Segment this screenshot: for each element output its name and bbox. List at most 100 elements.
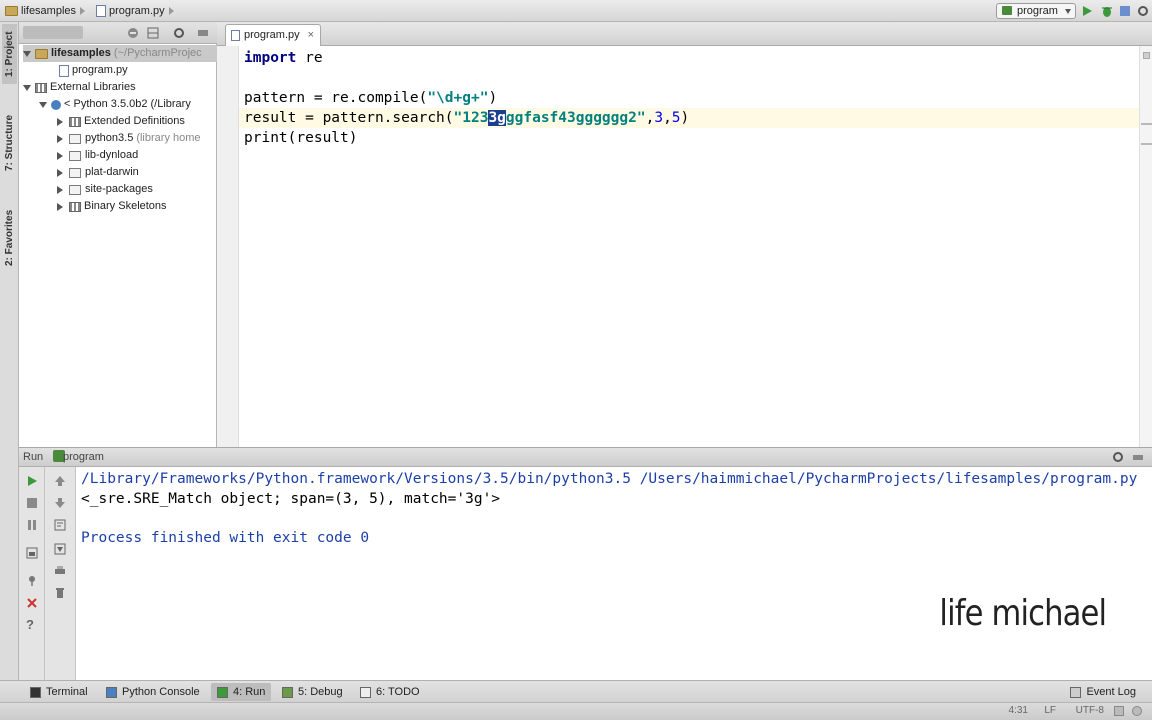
collapsed-icon bbox=[57, 185, 63, 194]
scroll-from-source-icon[interactable] bbox=[147, 27, 159, 39]
rerun-icon[interactable] bbox=[26, 475, 38, 487]
tab-event-log-label: Event Log bbox=[1086, 686, 1136, 698]
code-token: , bbox=[663, 110, 672, 126]
tree-item-extended-definitions[interactable]: Extended Definitions bbox=[57, 113, 185, 130]
code-token: ) bbox=[488, 90, 498, 106]
tab-favorites-label: 2: Favorites bbox=[4, 209, 15, 267]
settings-icon[interactable] bbox=[1136, 4, 1150, 18]
tree-item-site-packages[interactable]: site-packages bbox=[57, 181, 153, 198]
inspector-icon[interactable] bbox=[1132, 706, 1142, 716]
breadcrumb-separator-icon bbox=[168, 7, 174, 15]
tree-item-hint: (library home bbox=[136, 132, 201, 144]
code-line-4: result = pattern.search("1233gggfasf43gg… bbox=[239, 108, 1139, 128]
editor-tab-program-py[interactable]: program.py × bbox=[225, 24, 321, 46]
folder-icon bbox=[69, 184, 81, 195]
string-token: "123 bbox=[453, 110, 489, 126]
breadcrumb-project-label: lifesamples bbox=[21, 5, 77, 17]
lock-icon[interactable] bbox=[1114, 706, 1124, 716]
tool-window-bar: Terminal Python Console 4: Run 5: Debug … bbox=[0, 680, 1152, 702]
python-file-icon bbox=[96, 5, 106, 17]
run-config-name[interactable]: program bbox=[63, 451, 104, 463]
tab-python-console[interactable]: Python Console bbox=[100, 683, 206, 701]
tree-item-hint: (~/PycharmProjec bbox=[113, 47, 202, 59]
tree-item-label: python3.5 bbox=[85, 132, 134, 144]
run-console[interactable]: /Library/Frameworks/Python.framework/Ver… bbox=[76, 467, 1152, 680]
arrow-down-icon[interactable] bbox=[54, 497, 66, 509]
tree-item-external-libraries[interactable]: External Libraries bbox=[23, 79, 136, 96]
tree-item-lifesamples[interactable]: lifesamples (~/PycharmProjec bbox=[23, 45, 217, 62]
collapsed-icon bbox=[57, 117, 63, 126]
breadcrumb-project[interactable]: lifesamples bbox=[0, 0, 86, 22]
soft-wrap-icon[interactable] bbox=[54, 519, 66, 531]
hide-panel-icon[interactable] bbox=[197, 27, 209, 39]
restore-layout-icon[interactable] bbox=[26, 547, 38, 559]
python-config-icon bbox=[1002, 6, 1012, 15]
run-icon[interactable] bbox=[1080, 4, 1094, 18]
run-panel-header: Run program bbox=[19, 447, 1152, 467]
code-editor[interactable]: import re pattern = re.compile("\d+g+") … bbox=[239, 46, 1139, 447]
caret-position[interactable]: 4:31 bbox=[1009, 705, 1028, 716]
todo-icon bbox=[360, 686, 371, 698]
console-output-line: <_sre.SRE_Match object; span=(3, 5), mat… bbox=[81, 491, 501, 507]
file-encoding[interactable]: UTF-8 bbox=[1076, 705, 1104, 716]
python-file-icon bbox=[59, 64, 69, 77]
watermark-text: life michael bbox=[939, 593, 1107, 634]
tab-debug-label: 5: Debug bbox=[298, 686, 343, 698]
tree-item-lib-dynload[interactable]: lib-dynload bbox=[57, 147, 138, 164]
line-separator[interactable]: LF bbox=[1044, 705, 1056, 716]
tree-item-label: Extended Definitions bbox=[84, 115, 185, 127]
tab-run[interactable]: 4: Run bbox=[211, 683, 272, 701]
tree-item-label: plat-darwin bbox=[85, 166, 139, 178]
tree-item-label: lifesamples bbox=[51, 47, 111, 59]
run-configuration-select[interactable]: program bbox=[996, 3, 1076, 19]
code-line-1: import re bbox=[244, 48, 323, 68]
tree-item-plat-darwin[interactable]: plat-darwin bbox=[57, 164, 139, 181]
tree-item-binary-skeletons[interactable]: Binary Skeletons bbox=[57, 198, 167, 215]
status-bar: 4:31 LF UTF-8 bbox=[0, 702, 1152, 720]
tab-favorites[interactable]: 2: Favorites bbox=[2, 200, 17, 276]
print-icon[interactable] bbox=[54, 565, 66, 577]
tab-todo[interactable]: 6: TODO bbox=[354, 683, 426, 701]
breadcrumb-file[interactable]: program.py bbox=[90, 0, 174, 22]
gear-icon[interactable] bbox=[1112, 451, 1124, 463]
tab-event-log[interactable]: Event Log bbox=[1064, 683, 1142, 701]
code-line-3: pattern = re.compile("\d+g+") bbox=[244, 88, 497, 108]
number-token: 5 bbox=[671, 110, 681, 126]
scroll-to-end-icon[interactable] bbox=[54, 543, 66, 555]
tab-structure[interactable]: 7: Structure bbox=[2, 106, 17, 180]
tab-run-label: 4: Run bbox=[233, 686, 266, 698]
navigation-bar: lifesamples program.py program bbox=[0, 0, 1152, 22]
collapsed-icon bbox=[57, 168, 63, 177]
pause-icon[interactable] bbox=[26, 519, 38, 531]
hide-panel-icon[interactable] bbox=[1132, 451, 1144, 463]
gear-icon[interactable] bbox=[173, 27, 185, 39]
code-token: print(result) bbox=[244, 130, 358, 146]
close-icon[interactable]: × bbox=[308, 25, 314, 45]
error-stripe-mark[interactable] bbox=[1141, 143, 1152, 145]
error-stripe-mark[interactable] bbox=[1141, 123, 1152, 125]
collapse-all-icon[interactable] bbox=[127, 27, 139, 39]
tab-terminal[interactable]: Terminal bbox=[24, 683, 94, 701]
inspection-status-icon[interactable] bbox=[1143, 52, 1150, 59]
chevron-down-icon bbox=[1065, 9, 1071, 14]
tree-item-python-sdk[interactable]: < Python 3.5.0b2 (/Library bbox=[39, 96, 217, 113]
help-icon[interactable]: ? bbox=[26, 617, 34, 632]
project-view-select[interactable] bbox=[23, 26, 83, 39]
tree-item-program-py[interactable]: program.py bbox=[41, 62, 128, 79]
terminal-icon bbox=[30, 686, 41, 698]
run-configuration-label: program bbox=[1017, 5, 1058, 17]
pin-icon[interactable] bbox=[26, 575, 38, 587]
string-token: "\d+g+" bbox=[427, 90, 489, 106]
close-icon[interactable] bbox=[26, 597, 38, 609]
stop-icon[interactable] bbox=[26, 497, 38, 509]
arrow-up-icon[interactable] bbox=[54, 475, 66, 487]
trash-icon[interactable] bbox=[54, 587, 66, 599]
tree-item-python35[interactable]: python3.5 (library home bbox=[57, 130, 217, 147]
debug-icon[interactable] bbox=[1100, 4, 1114, 18]
tab-python-console-label: Python Console bbox=[122, 686, 200, 698]
coverage-icon[interactable] bbox=[1118, 4, 1132, 18]
tree-item-label: lib-dynload bbox=[85, 149, 139, 161]
keyword-token: import bbox=[244, 50, 297, 66]
tab-debug[interactable]: 5: Debug bbox=[276, 683, 349, 701]
tab-project[interactable]: 1: Project bbox=[2, 24, 17, 84]
